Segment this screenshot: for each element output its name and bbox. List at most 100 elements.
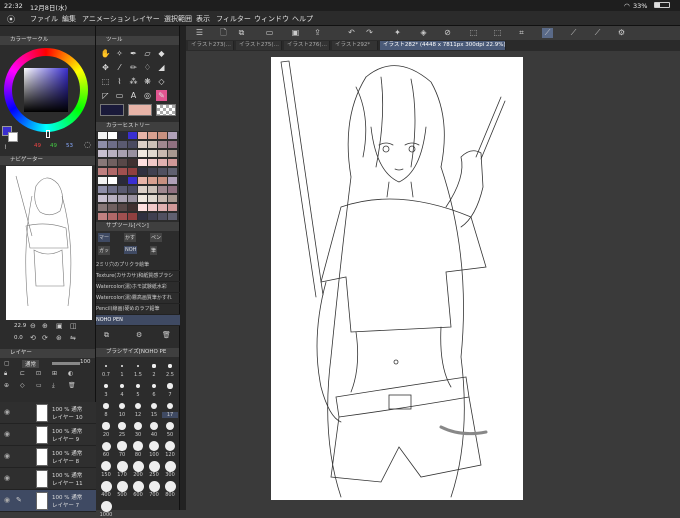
layer-row[interactable]: ◉ 100 % 通常 レイヤー 9 — [0, 424, 96, 446]
color-history-swatch[interactable] — [138, 195, 147, 202]
color-history-swatch[interactable] — [138, 150, 147, 157]
brush-size-dot[interactable] — [119, 403, 125, 409]
canvas-page[interactable] — [271, 57, 523, 500]
sub-tool-tab-marker[interactable]: マー — [98, 233, 111, 242]
color-history-swatch[interactable] — [118, 195, 127, 202]
figure-tool-icon[interactable]: ◇ — [156, 76, 167, 87]
color-history-swatch[interactable] — [168, 195, 177, 202]
menu-file[interactable]: ファイル — [30, 14, 58, 24]
gradient-tool-icon[interactable]: ◢ — [156, 62, 167, 73]
mask-icon[interactable]: ◐ — [68, 370, 73, 377]
tab-doc-292[interactable]: イラスト292* — [332, 41, 378, 50]
app-logo-icon[interactable]: ⦿ — [7, 14, 15, 25]
transparent-color-chip[interactable] — [156, 104, 176, 116]
brush-size-dot[interactable] — [133, 441, 143, 451]
color-history-swatch[interactable] — [168, 150, 177, 157]
brush-item[interactable]: 2ミリ穴のプリクラ絵筆 — [96, 260, 180, 271]
color-history-swatch[interactable] — [108, 213, 117, 220]
merge-icon[interactable]: ⤓ — [52, 382, 55, 390]
color-history-swatch[interactable] — [168, 186, 177, 193]
brush-size-dot[interactable] — [100, 480, 112, 492]
special-ruler-icon[interactable]: ⟋ — [568, 28, 579, 38]
color-history-swatch[interactable] — [118, 168, 127, 175]
ref-layer-icon[interactable]: ⊡ — [36, 370, 41, 377]
color-history-swatch[interactable] — [108, 159, 117, 166]
clip-icon[interactable]: ⊏ — [20, 370, 25, 377]
new-vector-icon[interactable]: ◇ — [20, 382, 25, 389]
clear-icon[interactable]: ⊘ — [442, 28, 453, 38]
fill-icon[interactable]: ◈ — [418, 28, 429, 38]
color-history-swatch[interactable] — [168, 168, 177, 175]
color-history-swatch[interactable] — [168, 159, 177, 166]
visibility-eye-icon[interactable]: ◉ — [4, 408, 10, 416]
brush-item[interactable]: Watercolor(湯)ホモ試験紙水彩 — [96, 282, 180, 293]
fit-screen-icon[interactable]: ▣ — [56, 322, 63, 330]
frame-tool-icon[interactable]: ▭ — [114, 90, 125, 101]
brush-size-grid[interactable]: 0.7 1 1.5 2 2.5 3 4 5 6 7 8 10 12 15 17 20 25 30 40 50 60 70 8… — [96, 360, 180, 518]
transparent-swatch-icon[interactable]: ⌇ — [4, 144, 7, 151]
brush-size-dot[interactable] — [102, 422, 110, 430]
layer-row[interactable]: ◉ 100 % 通常 レイヤー 10 — [0, 402, 96, 424]
layer-row-selected[interactable]: ◉ ✎ 100 % 通常 レイヤー 7 — [0, 490, 96, 512]
zoom-in-icon[interactable]: ⊕ — [42, 322, 48, 330]
brush-size-dot[interactable] — [148, 480, 160, 492]
saturation-value-square[interactable] — [24, 68, 68, 112]
color-history-swatch[interactable] — [128, 213, 137, 220]
hand-tool-icon[interactable]: ✋ — [100, 48, 111, 59]
tab-doc-282-active[interactable]: イラスト282* (4448 x 7811px 300dpi 22.9%) — [380, 41, 506, 50]
color-history-swatch[interactable] — [148, 213, 157, 220]
color-history-swatch[interactable] — [158, 186, 167, 193]
brush-size-dot[interactable] — [132, 460, 144, 472]
sub-tool-tab-noho[interactable]: NOH — [124, 246, 138, 254]
color-history-swatch[interactable] — [128, 159, 137, 166]
main-color-chip[interactable] — [100, 104, 124, 116]
select-all-icon[interactable]: ⬚ — [468, 28, 479, 38]
color-history-swatch[interactable] — [138, 159, 147, 166]
color-history-swatch[interactable] — [168, 204, 177, 211]
color-history-swatch[interactable] — [98, 186, 107, 193]
color-history-swatch[interactable] — [98, 213, 107, 220]
brush-size-dot[interactable] — [148, 460, 160, 472]
brush-size-dot[interactable] — [104, 384, 108, 388]
color-history-swatch[interactable] — [148, 195, 157, 202]
tab-doc-276[interactable]: イラスト276(… — [284, 41, 330, 50]
balloon-tool-icon[interactable]: ◎ — [142, 90, 153, 101]
blend-tool-icon[interactable]: ♢ — [142, 62, 153, 73]
color-history-swatch[interactable] — [168, 132, 177, 139]
deselect-icon[interactable]: ⬚ — [492, 28, 503, 38]
crop-icon[interactable]: ⌗ — [516, 28, 527, 38]
open-folder-icon[interactable]: ▭ — [264, 28, 275, 38]
layer-row[interactable]: ◉ 100 % 通常 レイヤー 8 — [0, 446, 96, 468]
color-history-swatch[interactable] — [108, 186, 117, 193]
sub-tool-tab-gouache[interactable]: ガッ — [98, 246, 111, 255]
color-history-swatch[interactable] — [118, 132, 127, 139]
color-history-swatch[interactable] — [158, 141, 167, 148]
new-file-icon[interactable]: 🗋 — [218, 28, 229, 38]
move-tool-icon[interactable]: ✥ — [100, 62, 111, 73]
color-history-swatch[interactable] — [128, 141, 137, 148]
color-history-swatch[interactable] — [148, 159, 157, 166]
actual-size-icon[interactable]: ◫ — [70, 322, 77, 330]
correction-tool-icon[interactable]: ✎ — [156, 90, 167, 101]
export-icon[interactable]: ⇪ — [312, 28, 323, 38]
menu-selection[interactable]: 選択範囲 — [164, 14, 192, 24]
color-history-swatch[interactable] — [98, 177, 107, 184]
subtool-settings-icon[interactable]: ⚙ — [136, 331, 142, 339]
color-history-swatch[interactable] — [108, 177, 117, 184]
color-history-swatch[interactable] — [148, 177, 157, 184]
color-history-swatch[interactable] — [98, 204, 107, 211]
color-history-swatch[interactable] — [128, 195, 137, 202]
sub-tool-tab-blur[interactable]: かす — [124, 233, 137, 242]
color-history-swatch[interactable] — [148, 186, 157, 193]
brush-size-dot[interactable] — [101, 441, 111, 451]
brush-size-dot[interactable] — [164, 460, 176, 472]
color-history-swatch[interactable] — [108, 150, 117, 157]
color-history-swatch[interactable] — [158, 177, 167, 184]
brush-item-selected[interactable]: NOHO PEN — [96, 315, 180, 326]
color-history-swatch[interactable] — [138, 204, 147, 211]
menu-animation[interactable]: アニメーション — [82, 14, 131, 24]
brush-size-dot[interactable] — [105, 365, 107, 367]
brush-size-dot[interactable] — [167, 383, 173, 389]
color-history-swatch[interactable] — [128, 177, 137, 184]
color-history-swatch[interactable] — [158, 168, 167, 175]
